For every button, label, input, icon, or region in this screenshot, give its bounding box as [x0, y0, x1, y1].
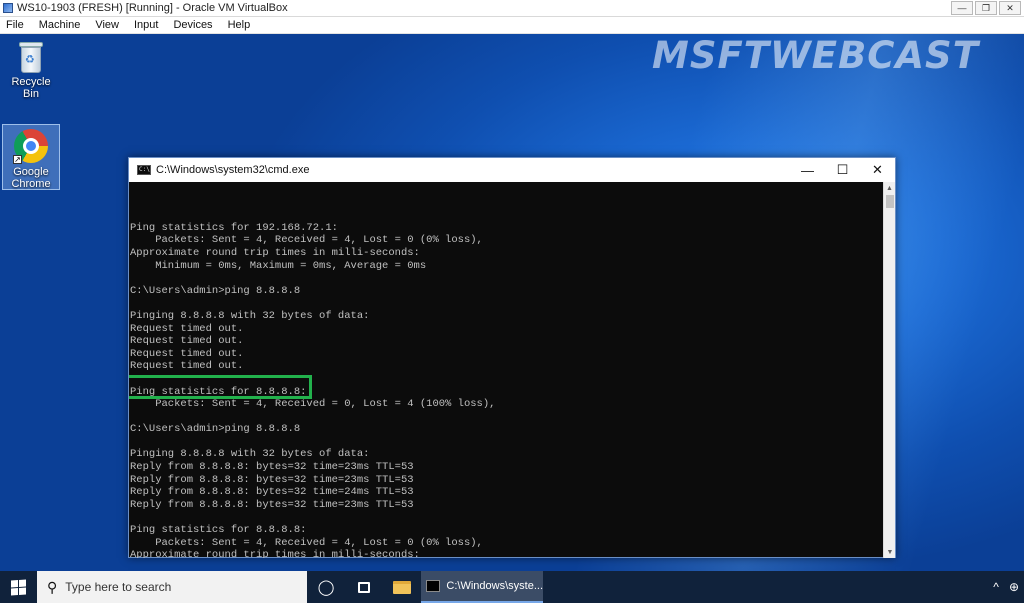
- console-line: Ping statistics for 8.8.8.8:: [130, 524, 307, 537]
- highlight-box: [129, 375, 312, 399]
- console-line: Packets: Sent = 4, Received = 4, Lost = …: [130, 536, 483, 549]
- console-line: Approximate round trip times in milli-se…: [130, 246, 420, 259]
- cmd-app-icon: C:\: [137, 165, 151, 175]
- console-line: Approximate round trip times in milli-se…: [130, 549, 420, 558]
- folder-icon: [393, 580, 411, 594]
- host-title-bar: WS10-1903 (FRESH) [Running] - Oracle VM …: [0, 0, 1024, 17]
- virtualbox-icon: [3, 3, 13, 13]
- cmd-scrollbar[interactable]: ▲ ▼: [883, 182, 895, 558]
- cortana-button[interactable]: ◯: [307, 571, 345, 603]
- scroll-up-arrow-icon[interactable]: ▲: [884, 182, 895, 194]
- cortana-icon: ◯: [317, 579, 335, 596]
- recycle-bin-icon: ♻: [17, 40, 45, 74]
- console-line: Request timed out.: [130, 347, 244, 360]
- console-line: Packets: Sent = 4, Received = 4, Lost = …: [130, 234, 483, 247]
- taskbar-cmd-button[interactable]: C:\Windows\syste...: [421, 571, 543, 603]
- menu-machine[interactable]: Machine: [39, 19, 81, 31]
- host-minimize-button[interactable]: —: [951, 1, 973, 15]
- menu-input[interactable]: Input: [134, 19, 158, 31]
- console-line: C:\Users\admin>ping 8.8.8.8: [130, 284, 301, 297]
- cmd-taskbar-icon: [426, 580, 441, 592]
- network-icon[interactable]: ⊕: [1009, 580, 1019, 594]
- console-line: Reply from 8.8.8.8: bytes=32 time=23ms T…: [130, 498, 414, 511]
- cmd-window-controls: — ☐ ✕: [790, 158, 895, 182]
- scroll-down-arrow-icon[interactable]: ▼: [884, 546, 896, 558]
- windows-logo-icon: [11, 578, 26, 596]
- host-menu-bar: File Machine View Input Devices Help: [0, 17, 1024, 34]
- taskbar: ⚲ Type here to search ◯ C:\Windows\syste…: [0, 571, 1024, 603]
- console-line: Reply from 8.8.8.8: bytes=32 time=23ms T…: [130, 473, 414, 486]
- cmd-console-output[interactable]: Ping statistics for 192.168.72.1: Packet…: [129, 182, 885, 558]
- desktop-icon-label: Recycle Bin: [11, 76, 51, 100]
- console-line: Packets: Sent = 4, Received = 0, Lost = …: [130, 398, 496, 411]
- cmd-title-bar[interactable]: C:\ C:\Windows\system32\cmd.exe — ☐ ✕: [129, 158, 895, 182]
- taskbar-search-box[interactable]: ⚲ Type here to search: [37, 571, 307, 603]
- console-line: Reply from 8.8.8.8: bytes=32 time=23ms T…: [130, 461, 414, 474]
- desktop-icon-label-line2: Chrome: [11, 178, 51, 190]
- console-line: Pinging 8.8.8.8 with 32 bytes of data:: [130, 309, 370, 322]
- search-placeholder: Type here to search: [65, 580, 172, 594]
- cmd-window-title: C:\Windows\system32\cmd.exe: [156, 164, 310, 176]
- taskbar-cmd-label: C:\Windows\syste...: [446, 580, 543, 592]
- guest-desktop: MSFTWEBCAST ♻ Recycle Bin ↗ Google Chrom…: [0, 34, 1024, 571]
- cmd-window[interactable]: C:\ C:\Windows\system32\cmd.exe — ☐ ✕ Pi…: [128, 157, 896, 558]
- desktop-icon-google-chrome[interactable]: ↗ Google Chrome: [2, 124, 60, 190]
- menu-devices[interactable]: Devices: [173, 19, 212, 31]
- host-window-title: WS10-1903 (FRESH) [Running] - Oracle VM …: [17, 2, 288, 14]
- task-view-icon: [358, 581, 370, 593]
- host-restore-button[interactable]: ❐: [975, 1, 997, 15]
- cmd-maximize-button[interactable]: ☐: [825, 158, 860, 182]
- console-line: Ping statistics for 192.168.72.1:: [130, 221, 338, 234]
- menu-view[interactable]: View: [95, 19, 119, 31]
- console-line: Reply from 8.8.8.8: bytes=32 time=24ms T…: [130, 486, 414, 499]
- cmd-close-button[interactable]: ✕: [860, 158, 895, 182]
- desktop-icon-label-line1: Google: [13, 166, 49, 178]
- console-line: Request timed out.: [130, 322, 244, 335]
- console-line: Request timed out.: [130, 335, 244, 348]
- tray-chevron-icon[interactable]: ^: [993, 580, 999, 594]
- search-icon: ⚲: [47, 578, 58, 595]
- menu-help[interactable]: Help: [228, 19, 251, 31]
- watermark-logo: MSFTWEBCAST: [652, 34, 979, 77]
- cmd-minimize-button[interactable]: —: [790, 158, 825, 182]
- menu-file[interactable]: File: [6, 19, 24, 31]
- host-window-controls: — ❐ ✕: [951, 1, 1021, 15]
- shortcut-arrow-icon: ↗: [13, 155, 22, 164]
- console-line: Minimum = 0ms, Maximum = 0ms, Average = …: [130, 259, 427, 272]
- desktop-icon-recycle-bin[interactable]: ♻ Recycle Bin: [2, 40, 60, 100]
- system-tray: ^ ⊕: [988, 571, 1024, 603]
- task-view-button[interactable]: [345, 571, 383, 603]
- host-close-button[interactable]: ✕: [999, 1, 1021, 15]
- console-line: Request timed out.: [130, 360, 244, 373]
- console-line: C:\Users\admin>ping 8.8.8.8: [130, 423, 301, 436]
- start-button[interactable]: [0, 571, 37, 603]
- scroll-thumb[interactable]: [886, 195, 894, 208]
- console-line: Pinging 8.8.8.8 with 32 bytes of data:: [130, 448, 370, 461]
- file-explorer-button[interactable]: [383, 571, 421, 603]
